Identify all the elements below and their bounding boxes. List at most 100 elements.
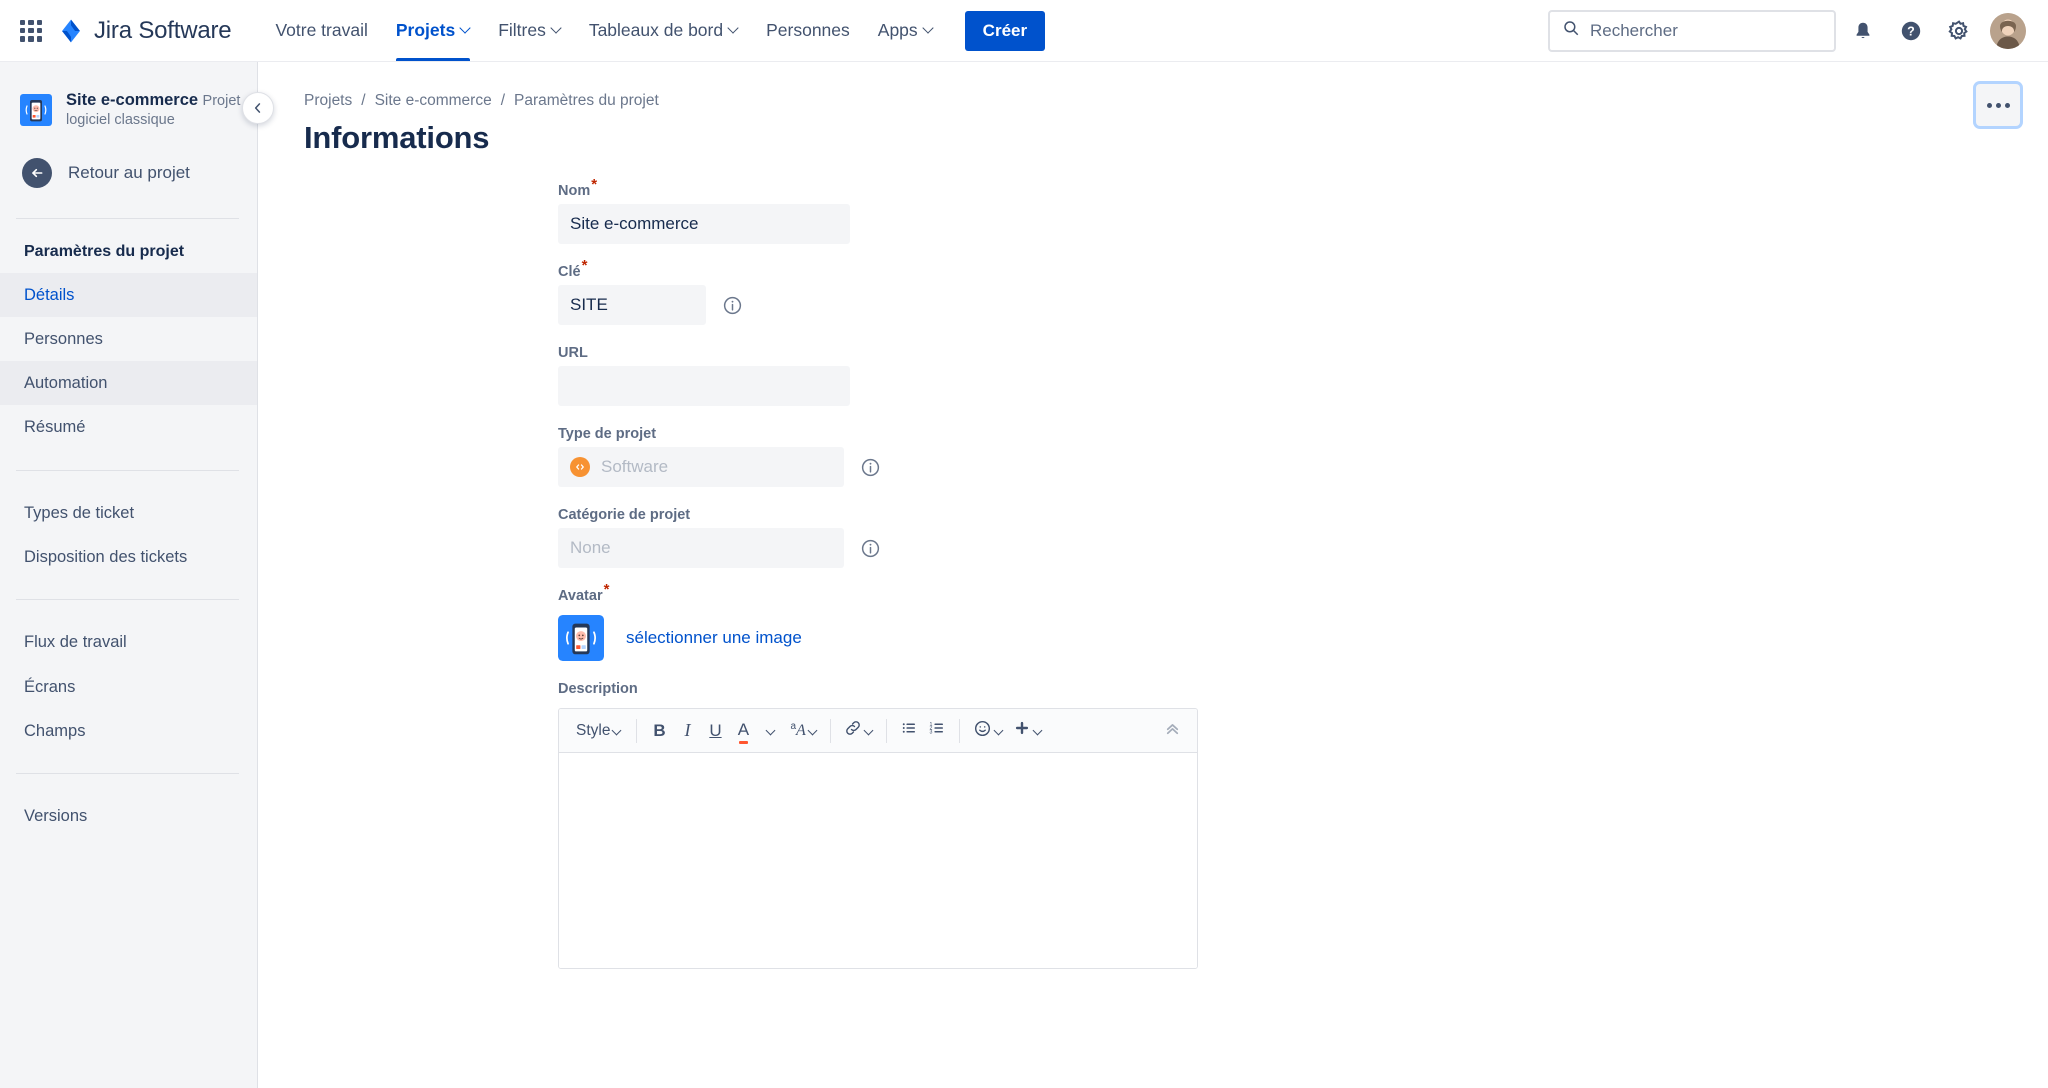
info-icon[interactable] bbox=[722, 295, 743, 316]
search-box[interactable] bbox=[1548, 9, 1836, 52]
sidebar-group-versions: Versions bbox=[0, 792, 257, 840]
main-content: Projets / Site e-commerce / Paramètres d… bbox=[258, 62, 2048, 1088]
arrow-left-icon bbox=[22, 157, 52, 188]
search-input[interactable] bbox=[1590, 20, 1822, 41]
label-description: Description bbox=[558, 681, 638, 697]
chevron-double-up-icon bbox=[1163, 719, 1182, 743]
jira-brand-logo[interactable]: Jira Software bbox=[58, 16, 232, 45]
project-details-form: Nom* Clé * bbox=[304, 177, 2008, 969]
insert-more-button[interactable] bbox=[1008, 716, 1047, 746]
required-marker: * bbox=[591, 176, 598, 194]
field-avatar: Avatar* sélectionner une image bbox=[558, 582, 2008, 661]
sidebar-group-workflow: Flux de travail Écrans Champs bbox=[0, 618, 257, 755]
sidebar-item-ecrans[interactable]: Écrans bbox=[0, 665, 257, 709]
breadcrumb-item-projets[interactable]: Projets bbox=[304, 92, 352, 110]
sidebar-item-types-de-ticket[interactable]: Types de ticket bbox=[0, 491, 257, 535]
toolbar-separator bbox=[636, 718, 638, 743]
nav-item-tableaux-de-bord[interactable]: Tableaux de bord bbox=[575, 0, 752, 61]
sidebar-item-details[interactable]: Détails bbox=[0, 272, 257, 317]
italic-icon: I bbox=[684, 720, 691, 740]
collapse-toolbar-button[interactable] bbox=[1158, 716, 1187, 746]
emoji-button[interactable] bbox=[968, 716, 1008, 746]
nav-item-apps[interactable]: Apps bbox=[864, 0, 947, 61]
link-button[interactable] bbox=[839, 716, 878, 746]
categorie-de-projet-value: None bbox=[558, 528, 844, 568]
breadcrumb-separator: / bbox=[361, 92, 366, 109]
sidebar-divider bbox=[16, 469, 239, 471]
sidebar-section-heading: Paramètres du projet bbox=[24, 242, 185, 260]
settings-icon[interactable] bbox=[1938, 10, 1980, 52]
nav-item-projets[interactable]: Projets bbox=[382, 0, 484, 61]
underline-icon: U bbox=[709, 720, 722, 740]
back-to-project-label: Retour au projet bbox=[68, 162, 190, 182]
jira-app-window: Jira Software Votre travail Projets Filt… bbox=[0, 0, 2048, 1088]
notifications-icon[interactable] bbox=[1842, 10, 1884, 52]
top-navigation-bar: Jira Software Votre travail Projets Filt… bbox=[0, 0, 2048, 62]
chevron-down-icon bbox=[613, 727, 621, 735]
field-categorie-de-projet: Catégorie de projet None bbox=[558, 506, 2008, 568]
text-color-button[interactable]: A bbox=[729, 716, 757, 746]
back-to-project-link[interactable]: Retour au projet bbox=[0, 146, 257, 200]
sidebar-item-flux-de-travail[interactable]: Flux de travail bbox=[0, 620, 257, 664]
toolbar-separator bbox=[829, 718, 831, 743]
nav-item-filtres[interactable]: Filtres bbox=[484, 0, 575, 61]
nav-item-votre-travail[interactable]: Votre travail bbox=[261, 0, 381, 61]
page-title: Informations bbox=[304, 120, 490, 155]
select-image-link[interactable]: sélectionner une image bbox=[626, 628, 802, 648]
breadcrumb-item-site-ecommerce[interactable]: Site e-commerce bbox=[375, 92, 492, 110]
numbered-list-button[interactable]: 1 2 3 bbox=[923, 716, 951, 746]
sidebar-collapse-button[interactable] bbox=[242, 92, 274, 124]
sidebar-item-resume[interactable]: Résumé bbox=[0, 405, 257, 449]
nav-label: Votre travail bbox=[275, 20, 368, 40]
style-dropdown[interactable]: Style bbox=[569, 716, 628, 746]
cle-input[interactable] bbox=[558, 285, 706, 325]
help-icon[interactable]: ? bbox=[1890, 10, 1932, 52]
underline-button[interactable]: U bbox=[701, 716, 729, 746]
project-avatar-large-icon[interactable] bbox=[558, 615, 604, 661]
text-style-more-icon: aA bbox=[790, 720, 806, 740]
chevron-down-icon bbox=[729, 24, 738, 33]
sidebar-item-automation[interactable]: Automation bbox=[0, 361, 257, 406]
info-icon[interactable] bbox=[860, 538, 881, 559]
label-avatar: Avatar* bbox=[558, 582, 609, 604]
toolbar-separator bbox=[885, 718, 887, 743]
project-avatar-icon bbox=[20, 93, 52, 126]
bold-button[interactable]: B bbox=[645, 716, 673, 746]
field-nom: Nom* bbox=[558, 177, 2008, 244]
text-style-more-button[interactable]: aA bbox=[785, 716, 821, 746]
sidebar-item-versions[interactable]: Versions bbox=[0, 794, 257, 838]
link-icon bbox=[844, 719, 862, 742]
url-input[interactable] bbox=[558, 366, 850, 406]
italic-button[interactable]: I bbox=[673, 716, 701, 746]
bold-icon: B bbox=[653, 720, 666, 740]
text-color-dropdown[interactable] bbox=[757, 716, 785, 746]
chevron-down-icon bbox=[865, 727, 873, 735]
label-type-de-projet: Type de projet bbox=[558, 426, 657, 442]
jira-logo-icon bbox=[58, 18, 84, 44]
nom-input[interactable] bbox=[558, 204, 850, 244]
primary-nav-items: Votre travail Projets Filtres Tableaux d… bbox=[261, 0, 1046, 61]
label-text: Clé bbox=[558, 264, 581, 280]
sidebar-project-header[interactable]: Site e-commerce Projet logiciel classiqu… bbox=[0, 62, 257, 146]
sidebar-item-champs[interactable]: Champs bbox=[0, 709, 257, 753]
sidebar-item-disposition-des-tickets[interactable]: Disposition des tickets bbox=[0, 535, 257, 579]
info-icon[interactable] bbox=[860, 457, 881, 478]
type-de-projet-value: Software bbox=[558, 447, 844, 487]
nav-item-personnes[interactable]: Personnes bbox=[752, 0, 864, 61]
description-textarea[interactable] bbox=[559, 753, 1197, 968]
create-button[interactable]: Créer bbox=[964, 10, 1046, 51]
field-url: URL bbox=[558, 344, 2008, 406]
label-url: URL bbox=[558, 345, 588, 361]
breadcrumb-item-parametres-du-projet[interactable]: Paramètres du projet bbox=[514, 92, 659, 110]
bullet-list-button[interactable] bbox=[895, 716, 923, 746]
nav-label: Tableaux de bord bbox=[588, 20, 724, 40]
more-actions-button[interactable] bbox=[1976, 84, 2020, 126]
sidebar-group-settings: Détails Personnes Automation Résumé bbox=[0, 271, 257, 452]
user-avatar[interactable] bbox=[1990, 12, 2026, 49]
sidebar-project-meta: Site e-commerce Projet logiciel classiqu… bbox=[66, 90, 241, 130]
type-de-projet-text: Software bbox=[601, 457, 669, 476]
label-nom: Nom* bbox=[558, 177, 597, 199]
app-switcher-icon[interactable] bbox=[14, 14, 48, 48]
brand-name-label: Jira Software bbox=[94, 16, 232, 44]
sidebar-item-personnes[interactable]: Personnes bbox=[0, 317, 257, 361]
